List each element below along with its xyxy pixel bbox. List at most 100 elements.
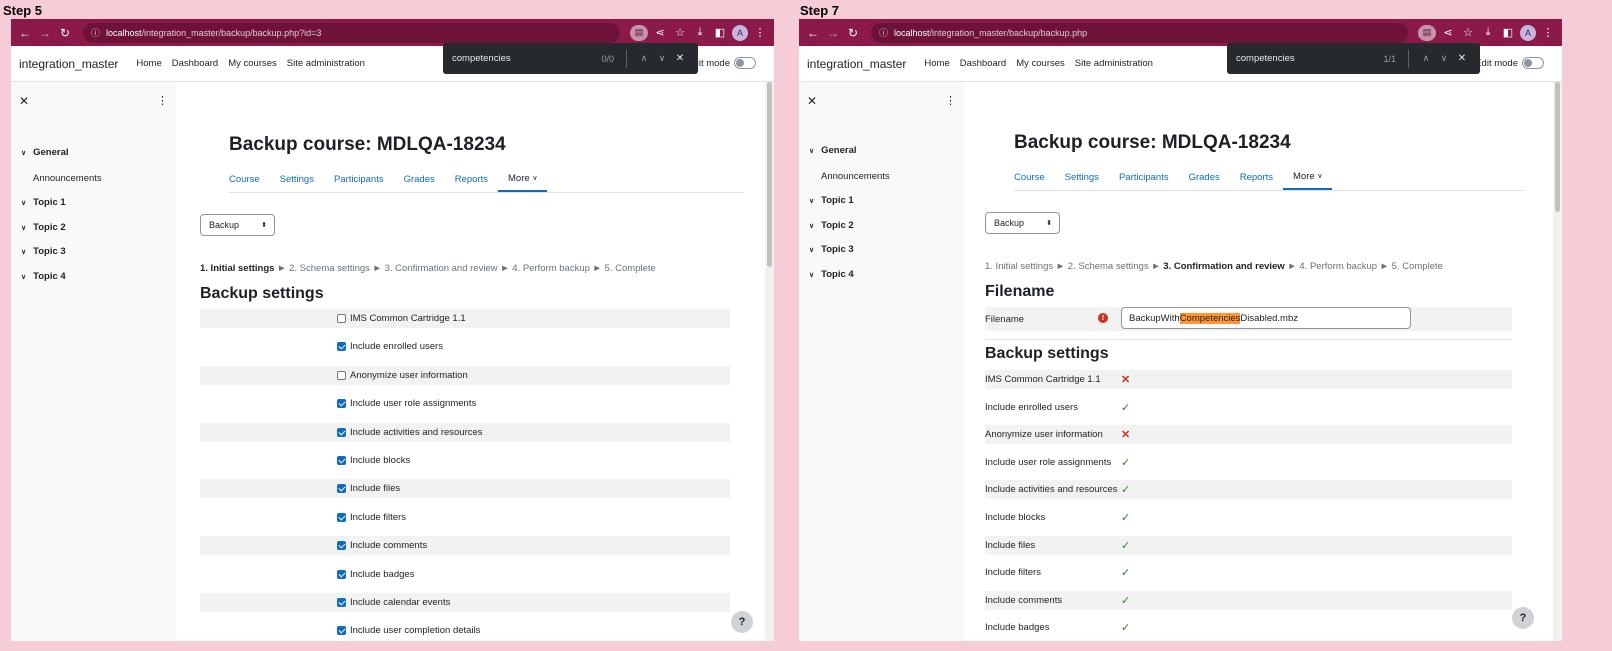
backup-action-select[interactable]: Backup ⬍: [200, 214, 275, 236]
nav-home[interactable]: Home: [136, 58, 161, 69]
tab-grades[interactable]: Grades: [1179, 164, 1230, 190]
setting-checkbox[interactable]: [337, 569, 346, 579]
bookmark-star-icon[interactable]: ☆: [672, 26, 688, 39]
back-icon[interactable]: ←: [17, 26, 33, 40]
download-icon[interactable]: ⤓: [1480, 26, 1496, 39]
site-info-icon[interactable]: ⓘ: [91, 26, 100, 39]
tab-reports[interactable]: Reports: [1230, 164, 1283, 190]
chevron-down-icon[interactable]: ∨: [809, 271, 814, 279]
backup-action-select[interactable]: Backup ⬍: [985, 212, 1060, 234]
side-panel-icon[interactable]: ◧: [712, 26, 728, 39]
share-icon[interactable]: ⋖: [1440, 26, 1456, 39]
drawer-section-topic-3[interactable]: ∨ Topic 3: [809, 244, 854, 255]
setting-checkbox[interactable]: [337, 598, 346, 607]
filename-input[interactable]: BackupWith Competencies Disabled.mbz: [1121, 307, 1411, 329]
site-brand[interactable]: integration_master: [19, 57, 118, 71]
profile-avatar[interactable]: A: [1520, 24, 1536, 41]
site-brand[interactable]: integration_master: [807, 57, 906, 71]
tab-participants[interactable]: Participants: [324, 166, 394, 192]
tab-participants[interactable]: Participants: [1109, 164, 1179, 190]
chevron-down-icon[interactable]: ∨: [21, 224, 26, 232]
close-drawer-icon[interactable]: ✕: [19, 94, 29, 108]
setting-checkbox[interactable]: [337, 456, 346, 465]
page-doc-icon[interactable]: ▤: [1418, 24, 1436, 41]
drawer-menu-icon[interactable]: ⋮: [157, 94, 168, 107]
bookmark-star-icon[interactable]: ☆: [1460, 26, 1476, 39]
back-icon[interactable]: ←: [805, 26, 821, 40]
chevron-down-icon[interactable]: ∨: [809, 246, 814, 254]
chevron-down-icon[interactable]: ∨: [21, 273, 26, 281]
edit-mode-switch[interactable]: [1522, 57, 1544, 69]
edit-mode-switch[interactable]: [734, 57, 756, 69]
drawer-section-topic-4[interactable]: ∨ Topic 4: [809, 269, 854, 280]
reload-icon[interactable]: ↻: [57, 26, 73, 40]
drawer-section-topic-1[interactable]: ∨ Topic 1: [21, 197, 66, 208]
drawer-item-announcements[interactable]: Announcements: [821, 171, 890, 182]
side-panel-icon[interactable]: ◧: [1500, 26, 1516, 39]
chevron-down-icon[interactable]: ∨: [809, 197, 814, 205]
setting-checkbox[interactable]: [337, 626, 346, 636]
find-input[interactable]: competencies: [1236, 53, 1383, 64]
find-previous-icon[interactable]: ∧: [635, 53, 653, 64]
tab-course[interactable]: Course: [229, 166, 270, 192]
close-drawer-icon[interactable]: ✕: [807, 94, 817, 108]
tab-reports[interactable]: Reports: [445, 166, 498, 192]
tab-more[interactable]: More ∨: [498, 166, 548, 192]
drawer-item-announcements[interactable]: Announcements: [33, 173, 102, 184]
setting-checkbox[interactable]: [337, 399, 346, 409]
drawer-section-topic-1[interactable]: ∨ Topic 1: [809, 195, 854, 206]
drawer-section-topic-2[interactable]: ∨ Topic 2: [21, 222, 66, 233]
find-close-icon[interactable]: ✕: [1453, 53, 1471, 64]
drawer-section-topic-4[interactable]: ∨ Topic 4: [21, 271, 66, 282]
chevron-down-icon[interactable]: ∨: [21, 199, 26, 207]
forward-icon[interactable]: →: [825, 26, 841, 40]
setting-checkbox[interactable]: [337, 342, 346, 352]
nav-dashboard[interactable]: Dashboard: [960, 58, 1006, 69]
drawer-section-topic-2[interactable]: ∨ Topic 2: [809, 220, 854, 231]
browser-menu-icon[interactable]: ⋮: [752, 26, 768, 39]
nav-site-administration[interactable]: Site administration: [1075, 58, 1153, 69]
drawer-section-general[interactable]: ∨ General: [809, 145, 857, 156]
setting-checkbox[interactable]: [337, 370, 346, 380]
tab-settings[interactable]: Settings: [1055, 164, 1109, 190]
page-scrollbar[interactable]: [765, 82, 774, 641]
setting-checkbox[interactable]: [337, 541, 346, 551]
scrollbar-thumb[interactable]: [1555, 82, 1560, 212]
site-info-icon[interactable]: ⓘ: [879, 26, 888, 39]
chevron-down-icon[interactable]: ∨: [809, 222, 814, 230]
drawer-section-topic-3[interactable]: ∨ Topic 3: [21, 246, 66, 257]
setting-checkbox[interactable]: [337, 484, 346, 494]
find-previous-icon[interactable]: ∧: [1417, 53, 1435, 64]
chevron-down-icon[interactable]: ∨: [21, 149, 26, 157]
nav-my-courses[interactable]: My courses: [228, 58, 277, 69]
help-button[interactable]: ?: [731, 611, 753, 633]
find-close-icon[interactable]: ✕: [671, 53, 689, 64]
find-input[interactable]: competencies: [452, 53, 601, 64]
tab-grades[interactable]: Grades: [394, 166, 445, 192]
help-button[interactable]: ?: [1512, 607, 1534, 629]
share-icon[interactable]: ⋖: [652, 26, 668, 39]
tab-settings[interactable]: Settings: [270, 166, 324, 192]
drawer-section-general[interactable]: ∨ General: [21, 147, 69, 158]
tab-course[interactable]: Course: [1014, 164, 1055, 190]
nav-my-courses[interactable]: My courses: [1016, 58, 1065, 69]
forward-icon[interactable]: →: [37, 26, 53, 40]
page-doc-icon[interactable]: ▤: [630, 24, 648, 41]
chevron-down-icon[interactable]: ∨: [809, 147, 814, 155]
address-bar[interactable]: ⓘ localhost/integration_master/backup/ba…: [83, 22, 620, 43]
page-scrollbar[interactable]: [1553, 82, 1562, 641]
nav-dashboard[interactable]: Dashboard: [172, 58, 218, 69]
find-next-icon[interactable]: ∨: [1435, 53, 1453, 64]
profile-avatar[interactable]: A: [732, 24, 748, 41]
browser-menu-icon[interactable]: ⋮: [1540, 26, 1556, 39]
find-next-icon[interactable]: ∨: [653, 53, 671, 64]
setting-checkbox[interactable]: [337, 512, 346, 522]
scrollbar-thumb[interactable]: [767, 82, 772, 267]
chevron-down-icon[interactable]: ∨: [21, 248, 26, 256]
nav-home[interactable]: Home: [924, 58, 949, 69]
tab-more[interactable]: More ∨: [1283, 164, 1333, 190]
download-icon[interactable]: ⤓: [692, 26, 708, 39]
setting-checkbox[interactable]: [337, 314, 346, 323]
reload-icon[interactable]: ↻: [845, 26, 861, 40]
drawer-menu-icon[interactable]: ⋮: [945, 94, 956, 107]
